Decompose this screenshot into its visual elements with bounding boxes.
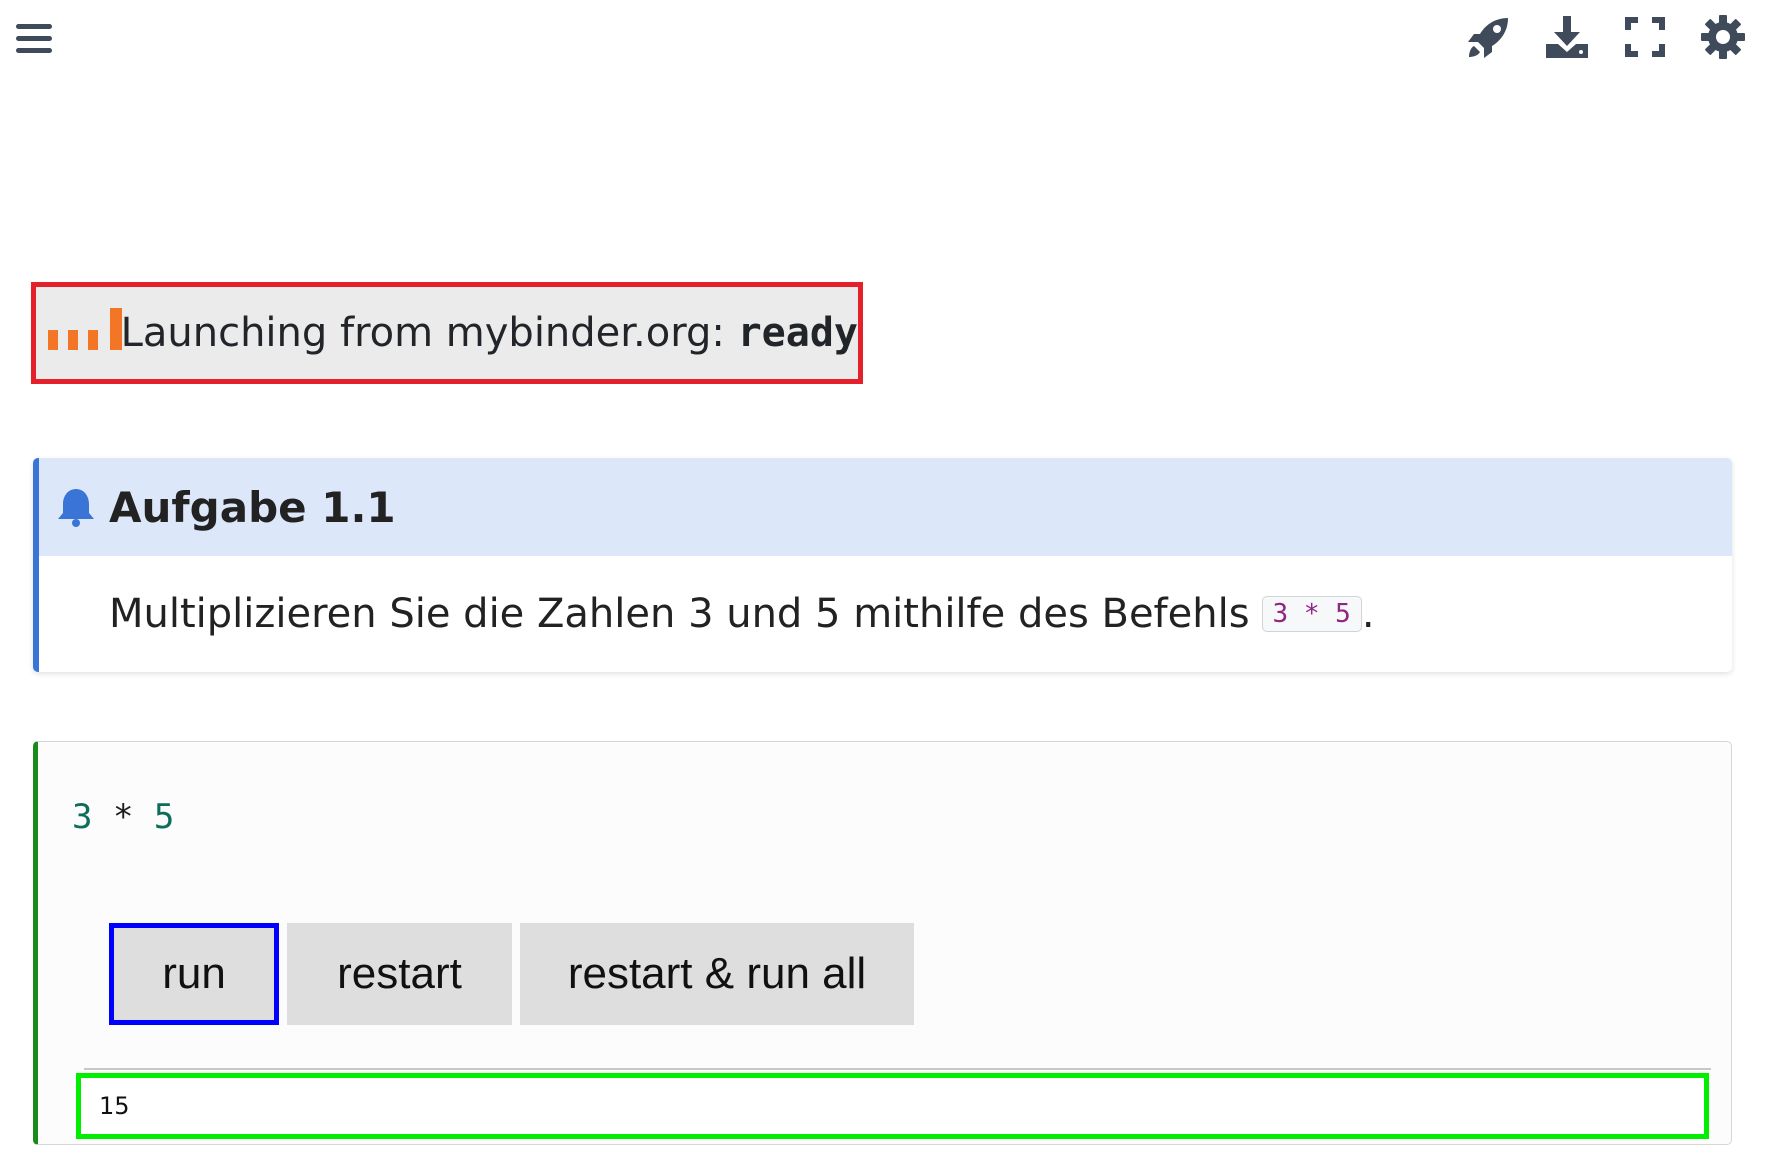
gear-icon[interactable] — [1698, 12, 1748, 62]
launch-status-value: ready — [737, 310, 858, 356]
code-editor[interactable]: 3 * 5 — [72, 797, 174, 837]
run-button[interactable]: run — [109, 923, 279, 1025]
cell-output: 15 — [76, 1073, 1709, 1139]
cell-buttons: run restart restart & run all — [109, 923, 914, 1025]
output-value: 15 — [99, 1092, 130, 1120]
restart-run-all-button[interactable]: restart & run all — [520, 923, 914, 1025]
rocket-icon[interactable] — [1464, 12, 1514, 62]
download-icon[interactable] — [1542, 12, 1592, 62]
top-icons — [1464, 12, 1748, 62]
code-operand-b: 5 — [153, 797, 175, 837]
code-operator: * — [92, 797, 154, 837]
admonition-title: Aufgabe 1.1 — [109, 482, 396, 532]
launch-status-text: Launching from mybinder.org: ready — [121, 310, 858, 356]
admonition-trailing: . — [1361, 591, 1375, 637]
menu-icon[interactable] — [16, 22, 54, 56]
inline-code: 3 * 5 — [1261, 596, 1362, 632]
admonition-body: Multiplizieren Sie die Zahlen 3 und 5 mi… — [39, 556, 1732, 672]
binder-launch-status: Launching from mybinder.org: ready — [31, 282, 863, 384]
task-admonition: Aufgabe 1.1 Multiplizieren Sie die Zahle… — [33, 458, 1732, 672]
binder-bars-icon — [46, 308, 122, 358]
top-toolbar — [0, 0, 1768, 80]
code-operand-a: 3 — [72, 797, 93, 837]
launch-label: Launching from mybinder.org: — [120, 310, 738, 356]
fullscreen-icon[interactable] — [1620, 12, 1670, 62]
restart-button[interactable]: restart — [287, 923, 512, 1025]
bell-icon — [58, 489, 94, 527]
output-divider — [84, 1068, 1711, 1070]
admonition-header: Aufgabe 1.1 — [39, 458, 1732, 556]
code-cell: 3 * 5 run restart restart & run all 15 — [33, 741, 1732, 1145]
admonition-text: Multiplizieren Sie die Zahlen 3 und 5 mi… — [109, 591, 1250, 637]
